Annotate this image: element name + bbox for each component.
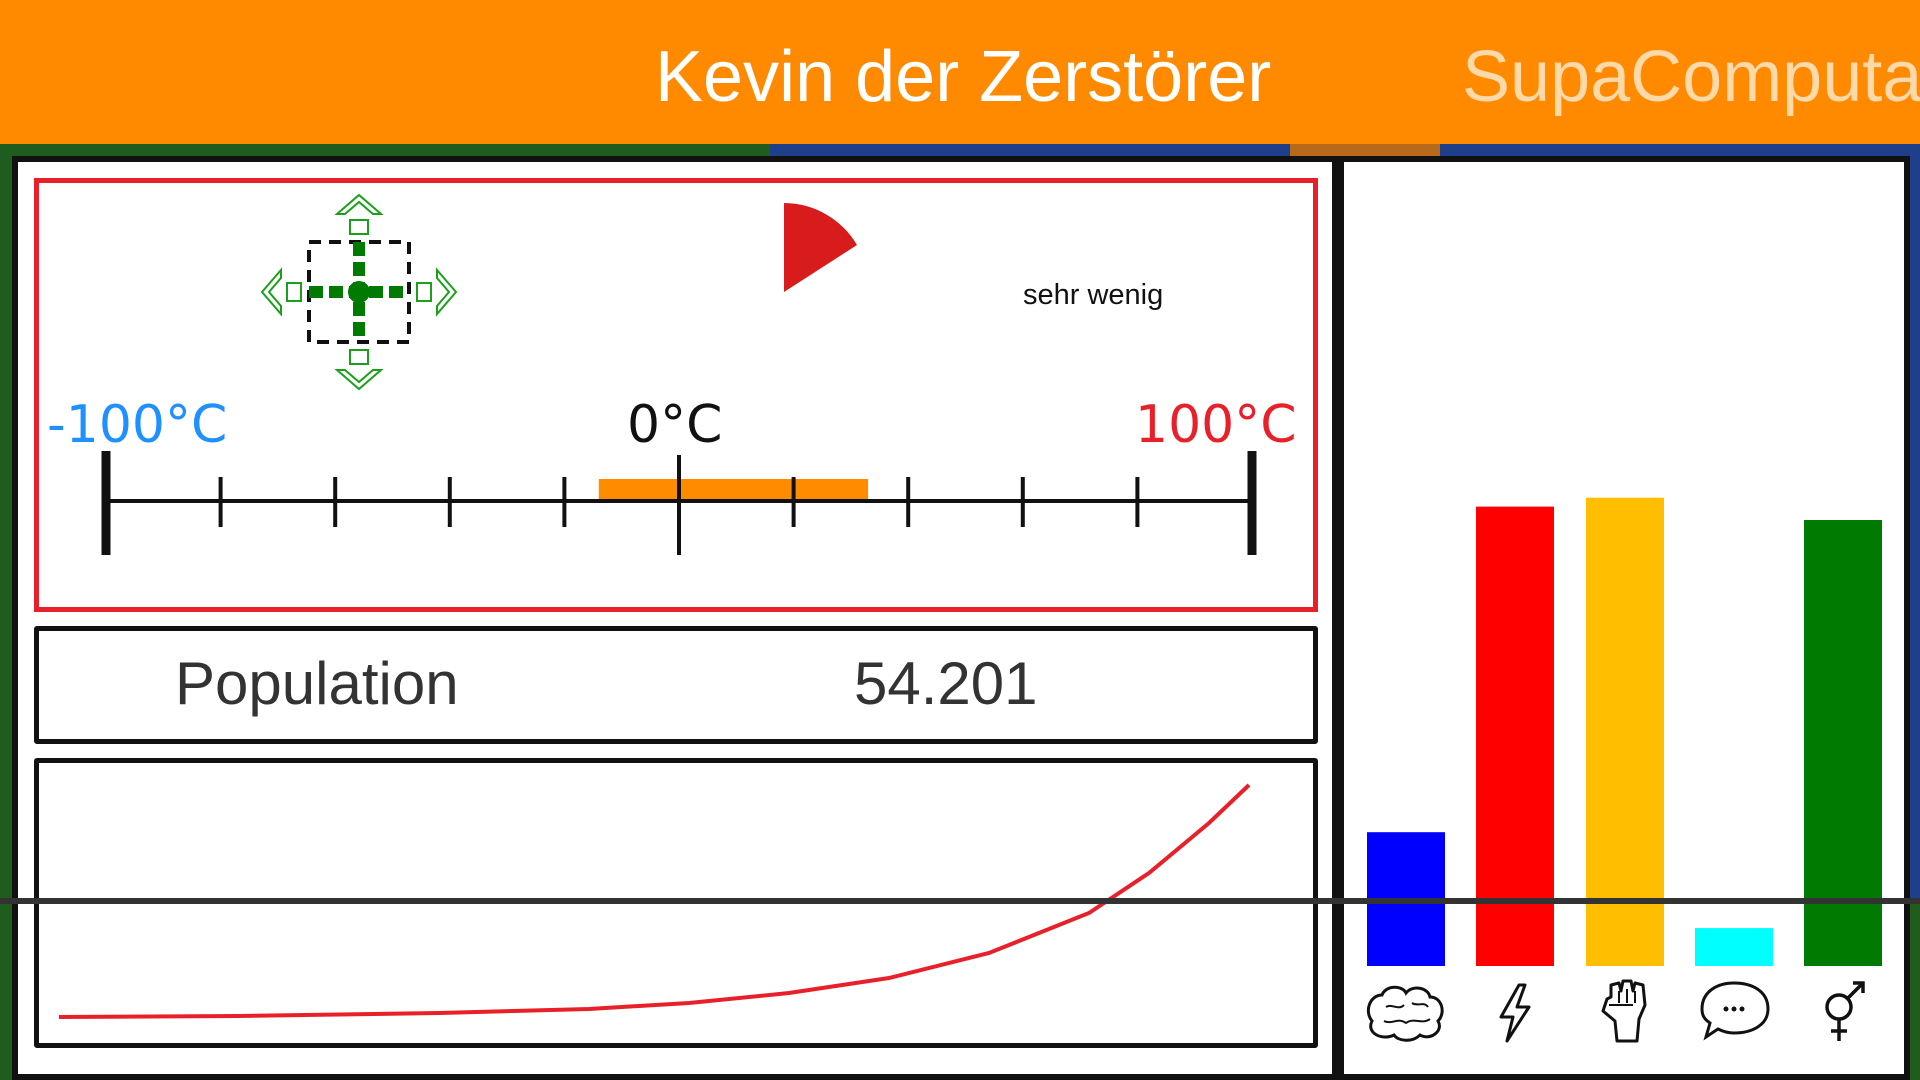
top-bar: Kevin der Zerstörer SupaComputa (0, 0, 1920, 144)
food-amount-label: sehr wenig (1023, 279, 1164, 311)
speech-bubble-icon[interactable] (1700, 981, 1770, 1041)
attribute-bars (1366, 497, 1882, 1043)
lightning-icon[interactable] (1499, 983, 1531, 1043)
opponent-tab[interactable]: SupaComputa (1462, 36, 1920, 118)
strength-bar (1586, 497, 1664, 966)
temperature-min-label: -100°C (47, 395, 228, 455)
temperature-max-label: 100°C (1135, 395, 1297, 455)
temperature-range-bar (598, 479, 869, 499)
population-panel: Population 54.201 (34, 626, 1318, 744)
fist-icon[interactable] (1601, 979, 1647, 1043)
gender-symbol-icon[interactable] (1825, 981, 1865, 1041)
population-value: 54.201 (854, 650, 1038, 717)
temperature-zero-label: 0°C (627, 395, 723, 455)
brain-icon[interactable] (1366, 985, 1444, 1042)
creature-title: Kevin der Zerstörer (655, 37, 1272, 117)
move-control-icon[interactable] (260, 193, 458, 391)
population-label: Population (175, 650, 459, 717)
amount-pie-icon (784, 203, 857, 292)
communication-bar (1695, 928, 1773, 966)
bottom-divider (0, 898, 1920, 904)
temperature-panel: -100°C 0°C 100°C sehr wenig (34, 178, 1318, 612)
